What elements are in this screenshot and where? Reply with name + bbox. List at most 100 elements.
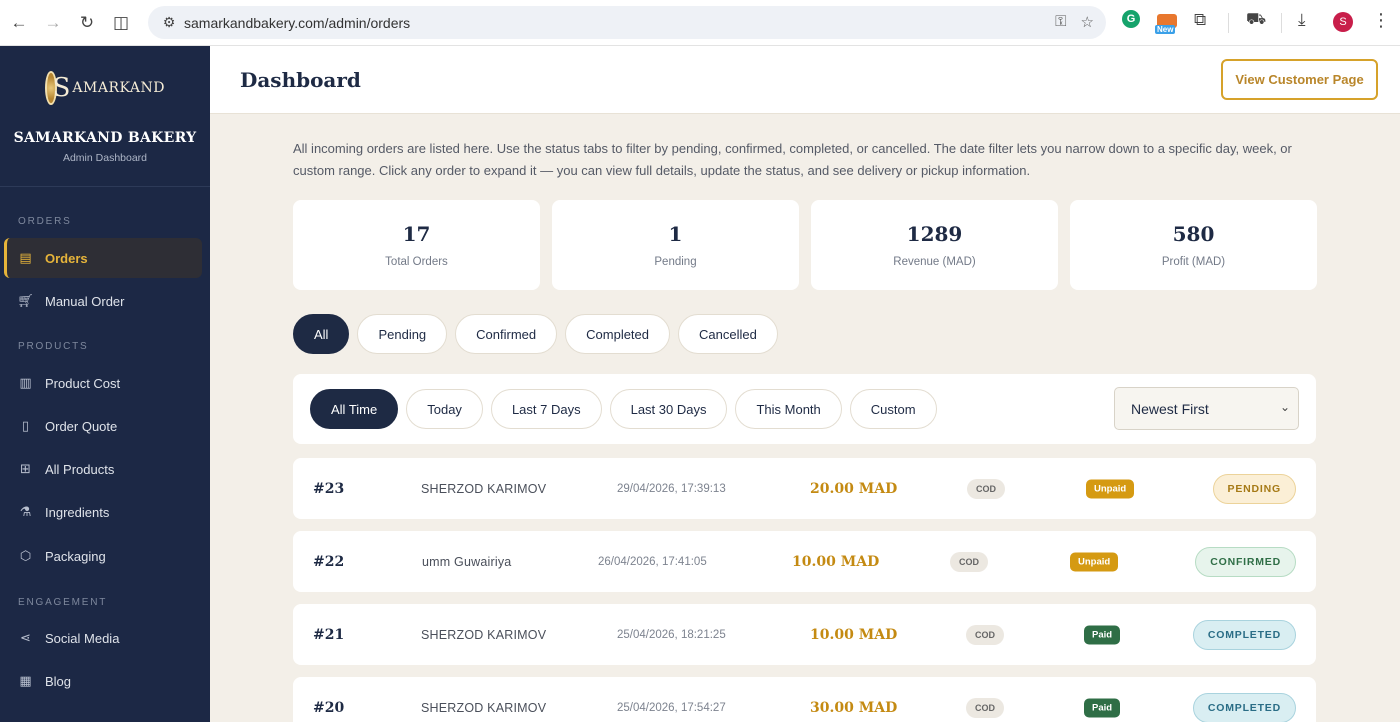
url-text[interactable]: samarkandbakery.com/admin/orders bbox=[184, 15, 410, 31]
forward-icon[interactable]: → bbox=[36, 6, 70, 40]
page-title: Dashboard bbox=[240, 68, 361, 92]
sidebar-divider bbox=[0, 186, 210, 187]
date-tab-today[interactable]: Today bbox=[406, 389, 483, 429]
key-icon[interactable]: ⚿ bbox=[1055, 13, 1066, 31]
order-row[interactable]: #23 SHERZOD KARIMOV 29/04/2026, 17:39:13… bbox=[293, 458, 1316, 519]
sidebar-item-label: Blog bbox=[45, 673, 72, 689]
date-tab-this-month[interactable]: This Month bbox=[735, 389, 842, 429]
logo-text: AMARKAND bbox=[72, 80, 165, 96]
sidebar-item-product-cost[interactable]: ▥ Product Cost bbox=[4, 363, 202, 403]
site-settings-icon[interactable]: ⚙ bbox=[154, 14, 184, 31]
box-icon: ⬡ bbox=[19, 548, 32, 563]
logo: S AMARKAND bbox=[45, 70, 165, 106]
sidebar-item-social-media[interactable]: ⋖ Social Media bbox=[4, 618, 202, 658]
order-row[interactable]: #20 SHERZOD KARIMOV 25/04/2026, 17:54:27… bbox=[293, 677, 1316, 722]
grammarly-extension-icon[interactable]: G bbox=[1122, 10, 1140, 28]
reload-icon[interactable]: ↻ bbox=[70, 6, 104, 40]
intro-text: All incoming orders are listed here. Use… bbox=[293, 141, 1292, 178]
sidebar-item-orders[interactable]: ▤ Orders bbox=[4, 238, 202, 278]
payment-status-badge: Unpaid bbox=[1070, 552, 1119, 571]
stat-card-total-orders: 17 Total Orders bbox=[293, 200, 540, 290]
stat-value: 580 bbox=[1172, 222, 1215, 246]
sort-select-value: Newest First bbox=[1131, 400, 1209, 417]
sidebar-item-label: Order Quote bbox=[45, 418, 118, 434]
order-id: #22 bbox=[313, 553, 345, 570]
order-customer-name: SHERZOD KARIMOV bbox=[421, 481, 547, 496]
sort-select[interactable]: Newest First ⌄ bbox=[1114, 387, 1299, 430]
sidebar-item-manual-order[interactable]: 🛒︎ Manual Order bbox=[4, 281, 202, 321]
sidebar-item-ingredients[interactable]: ⚗ Ingredients bbox=[4, 492, 202, 532]
status-tabs: All Pending Confirmed Completed Cancelle… bbox=[293, 314, 778, 354]
tab-cancelled[interactable]: Cancelled bbox=[678, 314, 778, 354]
sidebar-item-packaging[interactable]: ⬡ Packaging bbox=[4, 536, 202, 576]
order-status-badge: CONFIRMED bbox=[1195, 546, 1296, 577]
order-row[interactable]: #22 umm Guwairiya 26/04/2026, 17:41:05 1… bbox=[293, 531, 1316, 592]
order-row[interactable]: #21 SHERZOD KARIMOV 25/04/2026, 18:21:25… bbox=[293, 604, 1316, 665]
grid-icon: ⊞ bbox=[20, 461, 31, 476]
incognito-icon[interactable]: ⛟ bbox=[1246, 10, 1266, 30]
sidebar-item-label: Product Cost bbox=[45, 375, 121, 391]
logo-initial: S bbox=[52, 73, 71, 103]
date-tab-last-30-days[interactable]: Last 30 Days bbox=[609, 389, 728, 429]
date-tab-last-7-days[interactable]: Last 7 Days bbox=[490, 389, 602, 429]
stat-card-profit: 580 Profit (MAD) bbox=[1070, 200, 1317, 290]
order-status-badge: COMPLETED bbox=[1192, 692, 1296, 722]
date-tab-custom[interactable]: Custom bbox=[849, 389, 937, 429]
back-icon[interactable]: ← bbox=[2, 6, 36, 40]
order-id: #23 bbox=[313, 480, 345, 497]
stat-label: Revenue (MAD) bbox=[893, 256, 976, 268]
top-bar: Dashboard View Customer Page bbox=[210, 46, 1400, 114]
payment-status-badge: Paid bbox=[1084, 698, 1121, 717]
extensions-icon[interactable]: ⧉ bbox=[1194, 10, 1206, 30]
date-filter-tabs: All Time Today Last 7 Days Last 30 Days … bbox=[310, 389, 937, 429]
payment-status-badge: Paid bbox=[1084, 625, 1121, 644]
sidebar-item-blog[interactable]: ▦ Blog bbox=[4, 661, 202, 701]
stat-card-revenue: 1289 Revenue (MAD) bbox=[811, 200, 1058, 290]
stats-row: 17 Total Orders 1 Pending 1289 Revenue (… bbox=[293, 200, 1317, 290]
tab-all[interactable]: All bbox=[293, 314, 350, 354]
brand-name: SAMARKAND BAKERY bbox=[13, 130, 197, 146]
profile-avatar[interactable]: S bbox=[1333, 12, 1353, 32]
new-extension-icon[interactable]: New bbox=[1155, 8, 1179, 34]
sidebar-item-label: Manual Order bbox=[45, 293, 125, 309]
download-icon[interactable]: ⤓ bbox=[1298, 10, 1306, 30]
section-title-products: PRODUCTS bbox=[18, 341, 89, 352]
toolbar-divider bbox=[1228, 13, 1229, 33]
view-customer-page-button[interactable]: View Customer Page bbox=[1221, 59, 1378, 100]
main-content: Dashboard View Customer Page All incomin… bbox=[210, 46, 1400, 722]
document-icon: ▯ bbox=[21, 418, 30, 433]
order-total: 30.00 MAD bbox=[810, 699, 898, 716]
tab-completed[interactable]: Completed bbox=[565, 314, 671, 354]
receipt-icon: ▥ bbox=[19, 375, 32, 390]
sidebar-item-order-quote[interactable]: ▯ Order Quote bbox=[4, 406, 202, 446]
payment-method-badge: COD bbox=[950, 551, 988, 572]
tab-confirmed[interactable]: Confirmed bbox=[455, 314, 558, 354]
toolbar-divider bbox=[1281, 13, 1282, 33]
order-total: 20.00 MAD bbox=[810, 480, 898, 497]
sidebar-item-label: Orders bbox=[45, 250, 88, 266]
date-tab-all-time[interactable]: All Time bbox=[310, 389, 399, 429]
order-date: 25/04/2026, 17:54:27 bbox=[617, 701, 726, 714]
stat-label: Total Orders bbox=[385, 256, 448, 268]
brand-subtitle: Admin Dashboard bbox=[62, 152, 148, 164]
order-date: 29/04/2026, 17:39:13 bbox=[617, 482, 726, 495]
order-total: 10.00 MAD bbox=[792, 553, 880, 570]
sidebar-item-all-products[interactable]: ⊞ All Products bbox=[4, 449, 202, 489]
address-bar[interactable]: ⚙ samarkandbakery.com/admin/orders ⚿ ☆ bbox=[148, 6, 1106, 39]
date-filter-card: All Time Today Last 7 Days Last 30 Days … bbox=[293, 374, 1316, 444]
flask-icon: ⚗ bbox=[19, 504, 32, 519]
stat-label: Profit (MAD) bbox=[1161, 256, 1226, 268]
order-id: #21 bbox=[313, 626, 345, 643]
bookmark-star-icon[interactable]: ☆ bbox=[1081, 13, 1094, 31]
browser-menu-icon[interactable]: ⋮ bbox=[1372, 10, 1390, 31]
tab-pending[interactable]: Pending bbox=[357, 314, 448, 354]
payment-method-badge: COD bbox=[967, 478, 1005, 499]
order-customer-name: SHERZOD KARIMOV bbox=[421, 627, 547, 642]
payment-method-badge: COD bbox=[966, 697, 1004, 718]
order-customer-name: SHERZOD KARIMOV bbox=[421, 700, 547, 715]
order-date: 25/04/2026, 18:21:25 bbox=[617, 628, 726, 641]
split-view-icon[interactable]: ◫ bbox=[104, 6, 138, 40]
order-status-badge: PENDING bbox=[1212, 473, 1296, 504]
stat-label: Pending bbox=[654, 256, 697, 268]
newspaper-icon: ▦ bbox=[19, 673, 32, 688]
